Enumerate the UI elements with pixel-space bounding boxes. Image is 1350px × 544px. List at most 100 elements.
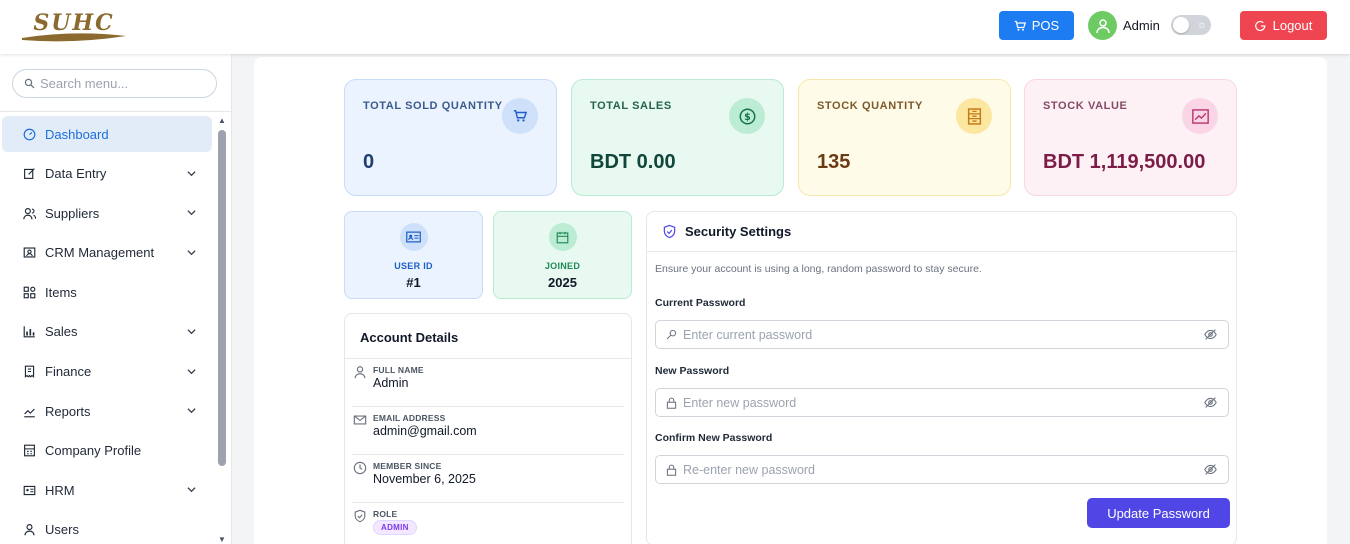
confirm-password-label: Confirm New Password xyxy=(655,432,773,444)
sidebar-item-sales[interactable]: Sales xyxy=(2,314,212,350)
user-name: Admin xyxy=(1123,18,1160,33)
sidebar-item-users[interactable]: Users xyxy=(2,512,212,544)
joined-label: JOINED xyxy=(544,261,581,271)
pos-button[interactable]: POS xyxy=(999,11,1074,40)
security-description: Ensure your account is using a long, ran… xyxy=(655,263,982,275)
stat-value: BDT 1,119,500.00 xyxy=(1043,151,1206,173)
sidebar-scrollbar[interactable]: ▲ ▼ xyxy=(217,116,227,544)
cart-icon xyxy=(502,98,538,134)
sidebar-item-hrm[interactable]: HRM xyxy=(2,472,212,508)
member-since-value: November 6, 2025 xyxy=(373,472,476,486)
sidebar-item-dashboard[interactable]: Dashboard xyxy=(2,116,212,152)
email-label: EMAIL ADDRESS xyxy=(373,413,446,423)
scroll-thumb[interactable] xyxy=(218,130,226,466)
scroll-down-icon[interactable]: ▼ xyxy=(218,535,226,544)
email-value: admin@gmail.com xyxy=(373,424,477,438)
stock-icon xyxy=(956,98,992,134)
role-label: ROLE xyxy=(373,509,398,519)
update-password-button[interactable]: Update Password xyxy=(1087,498,1230,528)
sidebar-item-company-profile[interactable]: Company Profile xyxy=(2,433,212,469)
mail-icon xyxy=(353,415,367,425)
chevron-down-icon xyxy=(187,250,196,256)
account-details-card: Account Details FULL NAME Admin EMAIL AD… xyxy=(344,313,632,544)
pos-label: POS xyxy=(1031,18,1060,33)
stat-card-total-sold-quantity: TOTAL SOLD QUANTITY 0 xyxy=(344,79,557,196)
full-name-value: Admin xyxy=(373,376,409,390)
clock-icon xyxy=(353,461,367,475)
logout-label: Logout xyxy=(1272,18,1313,33)
company-logo[interactable]: SUHC xyxy=(18,8,130,44)
full-name-label: FULL NAME xyxy=(373,365,424,375)
sidebar-item-label: Company Profile xyxy=(45,443,142,459)
sidebar-item-reports[interactable]: Reports xyxy=(2,393,212,429)
eye-off-icon[interactable] xyxy=(1204,463,1217,476)
search-input[interactable] xyxy=(40,76,210,91)
confirm-password-field[interactable] xyxy=(655,455,1229,484)
sidebar-item-items[interactable]: Items xyxy=(2,274,212,310)
stat-label: TOTAL SOLD QUANTITY xyxy=(363,100,503,112)
new-password-label: New Password xyxy=(655,365,730,377)
user-icon xyxy=(354,366,366,379)
role-row: ROLE ADMIN xyxy=(352,503,624,544)
stat-value: 0 xyxy=(363,151,375,173)
chart-bar-icon xyxy=(22,325,36,339)
dollar-icon: $ xyxy=(729,98,765,134)
scroll-up-icon[interactable]: ▲ xyxy=(218,116,226,125)
building-icon xyxy=(22,444,36,458)
sidebar-item-crm-management[interactable]: CRM Management xyxy=(2,235,212,271)
user-icon xyxy=(22,523,36,537)
sidebar-item-data-entry[interactable]: Data Entry xyxy=(2,156,212,192)
svg-text:SUHC: SUHC xyxy=(33,10,114,36)
stat-value: 135 xyxy=(817,151,851,173)
stat-card-stock-value: STOCK VALUE BDT 1,119,500.00 xyxy=(1024,79,1237,196)
user-id-value: #1 xyxy=(406,275,421,290)
full-name-row: FULL NAME Admin xyxy=(352,359,624,407)
user-menu[interactable]: Admin xyxy=(1088,11,1160,40)
chevron-down-icon xyxy=(187,408,196,414)
eye-off-icon[interactable] xyxy=(1204,328,1217,341)
confirm-password-input[interactable] xyxy=(683,462,1183,477)
key-icon xyxy=(666,329,677,340)
gauge-icon xyxy=(22,127,36,141)
theme-toggle[interactable]: ☼ xyxy=(1171,15,1211,35)
current-password-input[interactable] xyxy=(683,327,1183,342)
logout-icon xyxy=(1254,20,1266,31)
stat-label: STOCK QUANTITY xyxy=(817,100,923,112)
sidebar-item-finance[interactable]: Finance xyxy=(2,354,212,390)
sidebar-item-label: Items xyxy=(45,284,77,300)
grid-icon xyxy=(22,285,36,299)
new-password-input[interactable] xyxy=(683,395,1183,410)
finance-icon xyxy=(22,365,36,379)
security-settings-card: Security Settings Ensure your account is… xyxy=(646,211,1237,544)
search-icon xyxy=(24,78,35,89)
new-password-field[interactable] xyxy=(655,388,1229,417)
sidebar-item-label: Dashboard xyxy=(45,126,109,142)
avatar xyxy=(1088,11,1117,40)
line-chart-icon xyxy=(22,404,36,418)
eye-off-icon[interactable] xyxy=(1204,396,1217,409)
sidebar-item-label: Data Entry xyxy=(45,166,107,182)
security-header: Security Settings xyxy=(662,224,791,239)
stat-label: TOTAL SALES xyxy=(590,100,672,112)
account-details-title: Account Details xyxy=(360,330,459,345)
logout-button[interactable]: Logout xyxy=(1240,11,1327,40)
member-since-row: MEMBER SINCE November 6, 2025 xyxy=(352,455,624,503)
joined-card: JOINED 2025 xyxy=(493,211,632,299)
sidebar-item-label: HRM xyxy=(45,482,75,498)
sun-icon: ☼ xyxy=(1196,19,1207,31)
email-row: EMAIL ADDRESS admin@gmail.com xyxy=(352,407,624,455)
chevron-down-icon xyxy=(187,368,196,374)
sidebar-search[interactable] xyxy=(12,69,217,98)
svg-text:$: $ xyxy=(744,112,751,123)
current-password-field[interactable] xyxy=(655,320,1229,349)
stat-card-total-sales: TOTAL SALES BDT 0.00 $ xyxy=(571,79,784,196)
cart-icon xyxy=(1014,20,1026,31)
sidebar-item-suppliers[interactable]: Suppliers xyxy=(2,195,212,231)
chevron-down-icon xyxy=(187,329,196,335)
user-icon xyxy=(1095,18,1110,33)
security-title: Security Settings xyxy=(685,224,792,239)
users-icon xyxy=(22,206,36,220)
lock-icon xyxy=(666,464,677,476)
id-card-icon xyxy=(22,483,36,497)
sidebar-item-label: Reports xyxy=(45,403,91,419)
